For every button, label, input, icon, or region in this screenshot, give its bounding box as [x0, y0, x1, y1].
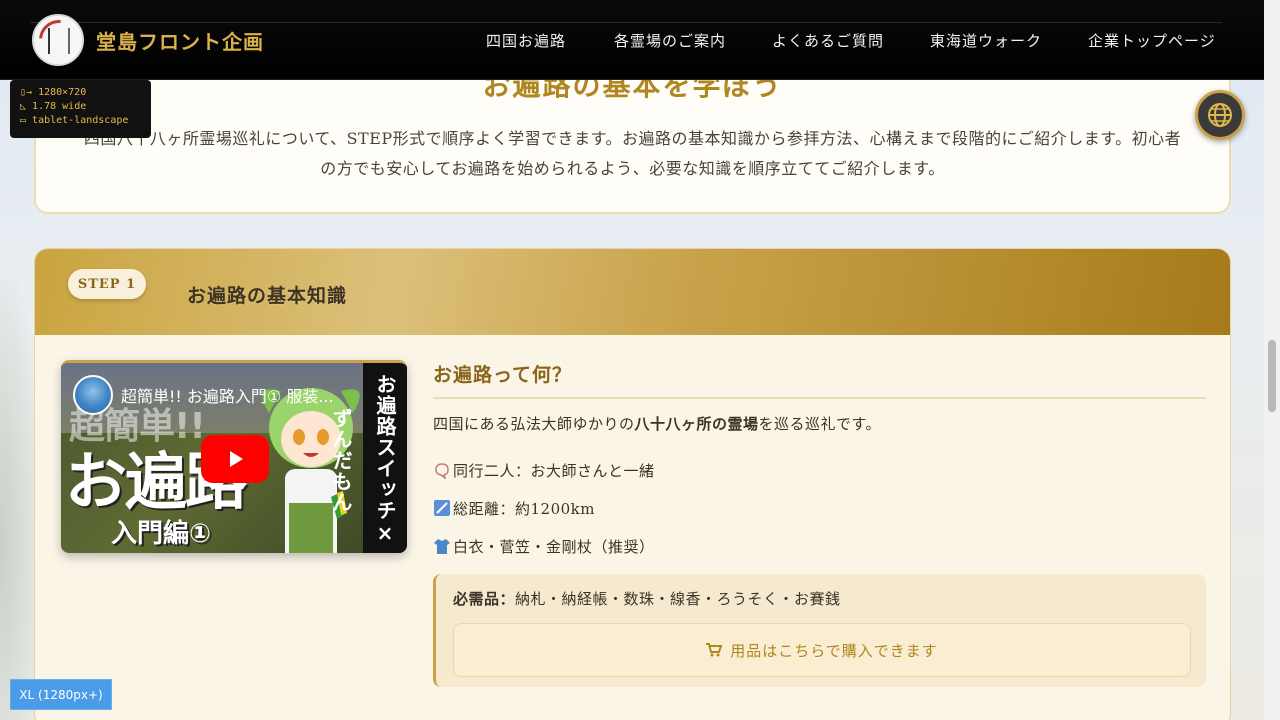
device-dims: ▯→ 1280×720 — [20, 87, 87, 98]
video-thumb-sub-text: 入門編① — [111, 519, 212, 549]
description: 四国にある弘法大師ゆかりの八十八ヶ所の霊場を巡る巡礼です。 — [433, 413, 1206, 434]
distance-icon — [434, 500, 450, 516]
shop-link-label: 用品はこちらで購入できます — [730, 641, 938, 660]
nav-item-corporate-top[interactable]: 企業トップページ — [1088, 30, 1216, 51]
step-badge: STEP 1 — [68, 269, 146, 299]
video-title[interactable]: 超簡単!! お遍路入門① 服装... — [121, 383, 357, 407]
essentials-label: 必需品： — [453, 590, 516, 608]
nav-item-temples-guide[interactable]: 各霊場のご案内 — [614, 30, 726, 51]
intro-card: お遍路の基本を学ぼう 四国八十八ヶ所霊場巡礼について、STEP形式で順序よく学習… — [34, 62, 1231, 214]
essentials-box: 必需品：納札・納経帳・数珠・線香・ろうそく・お賽銭 用品はこちらで購入できます — [433, 574, 1206, 687]
companion-icon — [435, 463, 449, 479]
device-size-badge: ▯→ 1280×720 ◺ 1.78 wide ▭ tablet-landsca… — [10, 80, 151, 138]
globe-icon — [1208, 103, 1232, 127]
fact-item: 総距離：約1200km — [433, 496, 1206, 520]
youtube-video-embed[interactable]: 超簡単!! お遍路 入門編① 超簡単!! お遍路入門① 服装... お遍路スイッ… — [61, 360, 407, 553]
cart-icon — [706, 643, 723, 657]
fact-text: 総距離：約1200km — [453, 499, 595, 518]
site-header: 堂島フロント企画 四国お遍路 各霊場のご案内 よくあるご質問 東海道ウォーク 企… — [0, 0, 1264, 80]
youtube-play-button[interactable] — [201, 435, 269, 483]
page-scrollbar[interactable] — [1264, 0, 1280, 720]
fact-text: 同行二人：お大師さんと一緒 — [453, 461, 655, 480]
device-ratio: ◺ 1.78 wide — [20, 101, 87, 112]
header-divider — [30, 22, 1222, 23]
essentials-items: 納札・納経帳・数珠・線香・ろうそく・お賽銭 — [515, 590, 841, 608]
main-nav: 四国お遍路 各霊場のご案内 よくあるご質問 東海道ウォーク 企業トップページ — [0, 30, 1264, 54]
language-switch-button[interactable] — [1195, 90, 1245, 140]
step-title: お遍路の基本知識 — [187, 285, 348, 307]
description-emphasis: 八十八ヶ所の霊場 — [634, 415, 759, 433]
breakpoint-badge: XL (1280px+) — [10, 679, 112, 710]
device-mode: ▭ tablet-landscape — [20, 115, 129, 126]
channel-avatar-icon[interactable] — [73, 375, 113, 415]
nav-item-tokaido-walk[interactable]: 東海道ウォーク — [930, 30, 1042, 51]
fact-item: 同行二人：お大師さんと一緒 — [433, 458, 1206, 482]
nav-item-faq[interactable]: よくあるご質問 — [772, 30, 884, 51]
question-title: お遍路って何？ — [433, 360, 1206, 399]
shirt-icon — [434, 539, 450, 554]
step-content: お遍路って何？ 四国にある弘法大師ゆかりの八十八ヶ所の霊場を巡る巡礼です。 同行… — [433, 360, 1206, 687]
fact-text: 白衣・菅笠・金剛杖（推奨） — [453, 537, 655, 556]
description-text-1: 四国にある弘法大師ゆかりの — [433, 415, 635, 433]
nav-item-shikoku-ohenro[interactable]: 四国お遍路 — [486, 30, 566, 51]
fact-item: 白衣・菅笠・金剛杖（推奨） — [433, 534, 1206, 558]
step-header: STEP 1 お遍路の基本知識 — [35, 249, 1230, 335]
play-icon — [230, 451, 243, 467]
step-card: STEP 1 お遍路の基本知識 超簡単!! お遍路 入門編① 超簡単!! お遍路… — [34, 248, 1231, 720]
shop-link-button[interactable]: 用品はこちらで購入できます — [453, 623, 1191, 677]
description-text-2: を巡る巡礼です。 — [758, 415, 882, 433]
scrollbar-thumb[interactable] — [1268, 340, 1276, 412]
intro-text: 四国八十八ヶ所霊場巡礼について、STEP形式で順序よく学習できます。お遍路の基本… — [83, 129, 1182, 178]
essentials-text: 必需品：納札・納経帳・数珠・線香・ろうそく・お賽銭 — [453, 588, 1190, 609]
video-side-band: お遍路スイッチ×ずんだもん — [329, 363, 407, 553]
